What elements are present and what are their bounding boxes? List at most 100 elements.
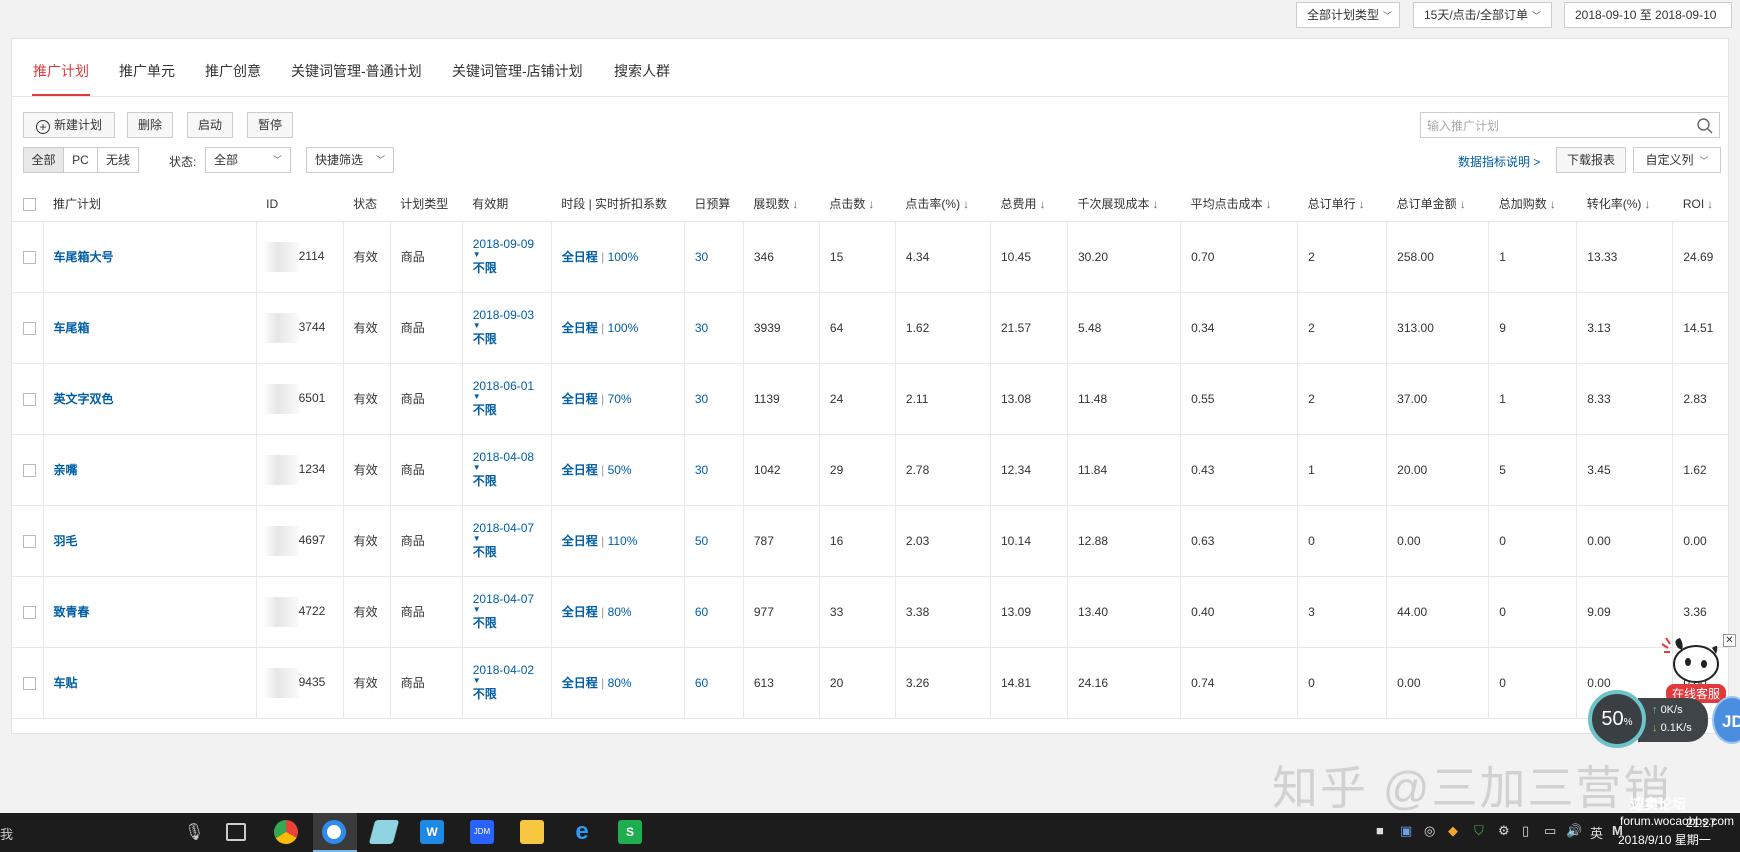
validity-cell[interactable]: 2018-04-08 ▼ 不限: [462, 434, 552, 506]
shield-icon[interactable]: ⛉: [1474, 823, 1484, 839]
notes-app-icon[interactable]: [368, 820, 400, 844]
schedule-link[interactable]: 全日程: [562, 605, 598, 619]
chrome-icon[interactable]: [274, 820, 298, 844]
row-checkbox[interactable]: [23, 605, 36, 619]
header-cpm[interactable]: 千次展现成本 ↓: [1067, 187, 1181, 222]
ime-indicator[interactable]: 英: [1590, 823, 1603, 842]
tray-app-icon-1[interactable]: ■: [1376, 823, 1384, 838]
tab-unit[interactable]: 推广单元: [119, 61, 175, 81]
start-date[interactable]: 2018-04-07: [473, 521, 551, 535]
sort-arrow-icon[interactable]: ↓: [1550, 197, 1556, 211]
schedule-link[interactable]: 全日程: [562, 392, 598, 406]
sort-arrow-icon[interactable]: ↓: [1039, 197, 1045, 211]
start-button[interactable]: 启动: [187, 112, 233, 138]
discount-link[interactable]: 50%: [608, 463, 632, 477]
validity-cell[interactable]: 2018-04-07 ▼ 不限: [462, 505, 552, 577]
schedule-cell[interactable]: 全日程 | 100%: [551, 292, 685, 364]
memory-usage-gauge[interactable]: 50%: [1588, 690, 1646, 748]
sort-arrow-icon[interactable]: ↓: [963, 197, 969, 211]
row-checkbox[interactable]: [23, 392, 36, 406]
pause-button[interactable]: 暂停: [247, 112, 293, 138]
tab-creative[interactable]: 推广创意: [205, 61, 261, 81]
start-date[interactable]: 2018-09-03: [473, 308, 551, 322]
schedule-cell[interactable]: 全日程 | 50%: [551, 434, 685, 506]
discount-link[interactable]: 80%: [608, 676, 632, 690]
start-date[interactable]: 2018-04-02: [473, 663, 551, 677]
task-view-icon[interactable]: [226, 823, 246, 841]
validity-cell[interactable]: 2018-06-01 ▼ 不限: [462, 363, 552, 435]
header-cvr[interactable]: 转化率(%) ↓: [1576, 187, 1673, 222]
tray-app-icon-2[interactable]: ▣: [1400, 823, 1412, 839]
discount-link[interactable]: 100%: [608, 321, 639, 335]
browser-app-icon[interactable]: [322, 820, 346, 844]
microphone-icon[interactable]: 🎙: [184, 822, 204, 842]
row-checkbox[interactable]: [23, 250, 36, 264]
battery-icon[interactable]: ▯: [1522, 823, 1529, 839]
plan-name-link[interactable]: 英文字双色: [54, 392, 114, 406]
schedule-link[interactable]: 全日程: [562, 534, 598, 548]
delete-button[interactable]: 删除: [127, 112, 173, 138]
start-date[interactable]: 2018-09-09: [473, 237, 551, 251]
plan-name-link[interactable]: 车尾箱大号: [54, 250, 114, 264]
sort-arrow-icon[interactable]: ↓: [792, 197, 798, 211]
schedule-link[interactable]: 全日程: [562, 321, 598, 335]
schedule-cell[interactable]: 全日程 | 80%: [551, 647, 685, 719]
sort-arrow-icon[interactable]: ↓: [1707, 197, 1713, 211]
header-roi[interactable]: ROI ↓: [1672, 187, 1728, 222]
schedule-cell[interactable]: 全日程 | 110%: [551, 505, 685, 577]
end-date[interactable]: 不限: [473, 259, 551, 276]
validity-cell[interactable]: 2018-04-02 ▼ 不限: [462, 647, 552, 719]
schedule-link[interactable]: 全日程: [562, 463, 598, 477]
schedule-link[interactable]: 全日程: [562, 250, 598, 264]
start-date[interactable]: 2018-04-08: [473, 450, 551, 464]
tray-app-icon-4[interactable]: ◆: [1448, 823, 1458, 839]
header-impressions[interactable]: 展现数 ↓: [743, 187, 820, 222]
header-cost[interactable]: 总费用 ↓: [990, 187, 1068, 222]
row-checkbox[interactable]: [23, 463, 36, 477]
schedule-link[interactable]: 全日程: [562, 676, 598, 690]
tab-keyword-shop[interactable]: 关键词管理-店铺计划: [452, 61, 583, 81]
select-all-checkbox[interactable]: [23, 197, 36, 211]
status-select[interactable]: 全部 ﹀: [205, 147, 291, 173]
tray-app-icon-3[interactable]: ◎: [1424, 823, 1435, 839]
budget-link[interactable]: 50: [695, 534, 708, 548]
metric-help-link[interactable]: 数据指标说明 >: [1458, 153, 1540, 170]
plan-name-link[interactable]: 羽毛: [54, 534, 78, 548]
end-date[interactable]: 不限: [473, 330, 551, 347]
file-explorer-icon[interactable]: [520, 820, 544, 844]
wps-writer-icon[interactable]: W: [420, 820, 444, 844]
header-ctr[interactable]: 点击率(%) ↓: [895, 187, 991, 222]
row-checkbox[interactable]: [23, 321, 36, 335]
volume-icon[interactable]: 🔊: [1566, 823, 1582, 839]
validity-cell[interactable]: 2018-09-03 ▼ 不限: [462, 292, 552, 364]
schedule-cell[interactable]: 全日程 | 70%: [551, 363, 685, 435]
budget-link[interactable]: 30: [695, 392, 708, 406]
discount-link[interactable]: 80%: [608, 605, 632, 619]
jdm-app-icon[interactable]: JDM: [470, 820, 494, 844]
row-checkbox[interactable]: [23, 676, 36, 690]
header-order-amount[interactable]: 总订单金额 ↓: [1386, 187, 1489, 222]
custom-columns-select[interactable]: 自定义列 ﹀: [1633, 147, 1721, 173]
discount-link[interactable]: 100%: [608, 250, 639, 264]
plan-name-link[interactable]: 车尾箱: [54, 321, 90, 335]
schedule-cell[interactable]: 全日程 | 100%: [551, 221, 685, 293]
budget-link[interactable]: 60: [695, 605, 708, 619]
header-clicks[interactable]: 点击数 ↓: [819, 187, 896, 222]
discount-link[interactable]: 110%: [608, 534, 638, 548]
attribution-select[interactable]: 15天/点击/全部订单 ﹀: [1413, 2, 1552, 28]
header-orders[interactable]: 总订单行 ↓: [1297, 187, 1387, 222]
segment-pc[interactable]: PC: [64, 148, 98, 172]
header-cpc[interactable]: 平均点击成本 ↓: [1180, 187, 1298, 222]
wps-sheet-icon[interactable]: S: [618, 820, 642, 844]
budget-link[interactable]: 30: [695, 463, 708, 477]
date-range-picker[interactable]: 2018-09-10 至 2018-09-10: [1564, 2, 1732, 28]
network-icon[interactable]: ▭: [1544, 823, 1556, 839]
new-plan-button[interactable]: + 新建计划: [23, 112, 115, 138]
header-carts[interactable]: 总加购数 ↓: [1488, 187, 1577, 222]
search-icon[interactable]: [1696, 117, 1714, 135]
tab-audience[interactable]: 搜索人群: [614, 61, 670, 81]
close-icon[interactable]: ✕: [1723, 634, 1736, 647]
discount-link[interactable]: 70%: [608, 392, 632, 406]
plan-name-link[interactable]: 致青春: [54, 605, 90, 619]
sort-arrow-icon[interactable]: ↓: [1153, 197, 1159, 211]
